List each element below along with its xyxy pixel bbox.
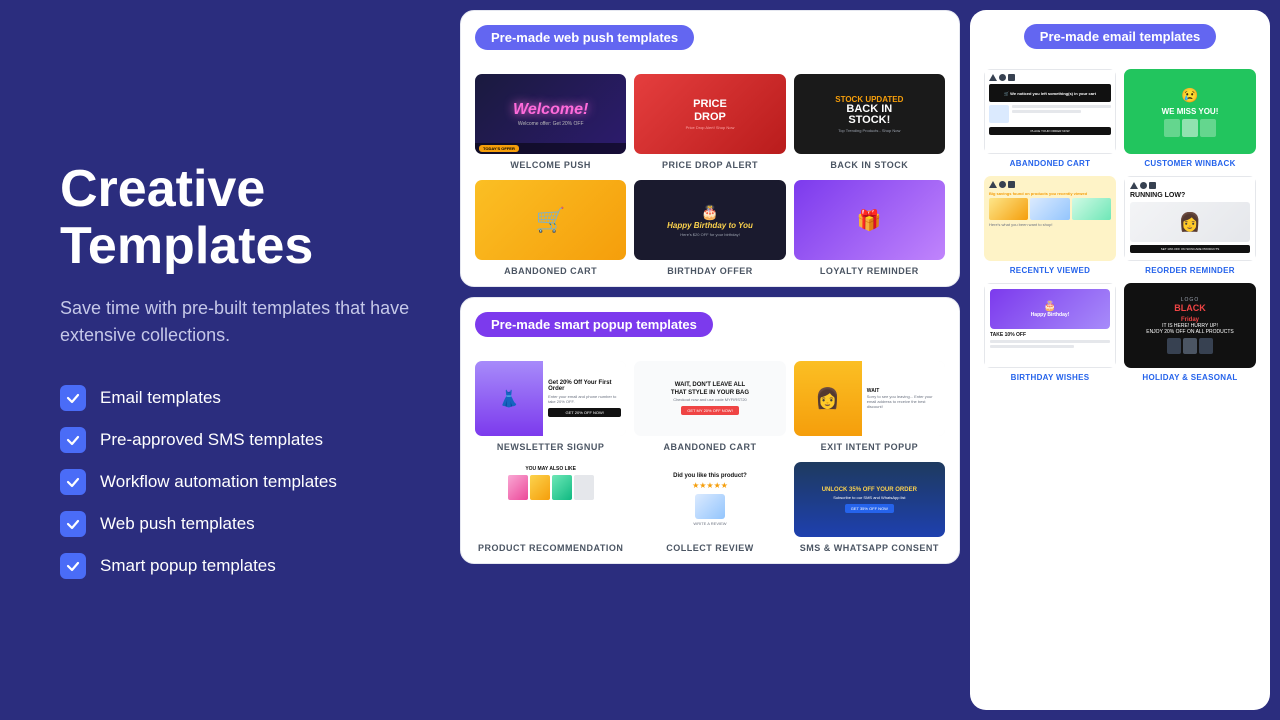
template-backinstock[interactable]: STOCK UPDATED BACK INSTOCK! Top Trending… [794, 74, 945, 170]
template-label-cart: ABANDONED CART [504, 266, 597, 276]
check-label-popup: Smart popup templates [100, 556, 276, 576]
email-label-recently-viewed: RECENTLY VIEWED [984, 266, 1116, 275]
email-card-recently-viewed[interactable]: Big savings found on products you recent… [984, 176, 1116, 275]
right-area: Pre-made web push templates Welcome! Wel… [460, 0, 1280, 720]
template-welcome-push[interactable]: Welcome! Welcome offer: Get 20% OFF TODA… [475, 74, 626, 170]
email-label-birthday: BIRTHDAY WISHES [984, 373, 1116, 382]
template-label-sms-consent: SMS & WHATSAPP CONSENT [800, 543, 939, 553]
check-icon-popup [60, 553, 86, 579]
email-card-reorder[interactable]: RUNNING LOW? 👩 SET 10% OFF ON SKINCARE P… [1124, 176, 1256, 275]
template-label-loyalty: LOYALTY REMINDER [820, 266, 919, 276]
email-card-abandoned[interactable]: 🛒 We noticed you left something(s) in yo… [984, 69, 1116, 168]
check-item-popup: Smart popup templates [60, 553, 410, 579]
check-icon-sms [60, 427, 86, 453]
center-panel: Pre-made web push templates Welcome! Wel… [460, 10, 960, 710]
webpush-header: Pre-made web push templates [475, 25, 694, 50]
template-pricedrop[interactable]: PRICEDROP Price Drop Alert! Shop Now PRI… [634, 74, 785, 170]
email-header: Pre-made email templates [1024, 24, 1216, 49]
template-label-newsletter: NEWSLETTER SIGNUP [497, 442, 605, 452]
template-cart[interactable]: 🛒 ABANDONED CART [475, 180, 626, 276]
template-sms-consent[interactable]: UNLOCK 35% OFF YOUR ORDER Subscribe to o… [794, 462, 945, 553]
email-label-winback: CUSTOMER WINBACK [1124, 159, 1256, 168]
check-label-email: Email templates [100, 388, 221, 408]
popup-section: Pre-made smart popup templates 👗 Get 20%… [460, 297, 960, 564]
email-label-abandoned: ABANDONED CART [984, 159, 1116, 168]
template-newsletter[interactable]: 👗 Get 20% Off Your First Order Enter you… [475, 361, 626, 452]
check-item-email: Email templates [60, 385, 410, 411]
template-label-rec: PRODUCT RECOMMENDATION [478, 543, 623, 553]
template-label-birthday: BIRTHDAY OFFER [667, 266, 753, 276]
check-item-sms: Pre-approved SMS templates [60, 427, 410, 453]
popup-header: Pre-made smart popup templates [475, 312, 713, 337]
check-item-workflow: Workflow automation templates [60, 469, 410, 495]
template-popup-abandoned[interactable]: WAIT, DON'T LEAVE ALLTHAT STYLE IN YOUR … [634, 361, 785, 452]
check-icon-push [60, 511, 86, 537]
email-label-reorder: REORDER REMINDER [1124, 266, 1256, 275]
main-subtitle: Save time with pre-built templates that … [60, 295, 410, 349]
check-label-workflow: Workflow automation templates [100, 472, 337, 492]
template-exit[interactable]: 👩 WAIT Sorry to see you leaving... Enter… [794, 361, 945, 452]
main-title: Creative Templates [60, 161, 410, 275]
check-label-push: Web push templates [100, 514, 255, 534]
template-label-exit: EXIT INTENT POPUP [821, 442, 919, 452]
checklist: Email templates Pre-approved SMS templat… [60, 385, 410, 579]
template-label-welcome: WELCOME PUSH [510, 160, 591, 170]
email-grid: 🛒 We noticed you left something(s) in yo… [984, 69, 1256, 382]
check-icon-email [60, 385, 86, 411]
template-label-backinstock: BACK IN STOCK [830, 160, 908, 170]
template-review[interactable]: Did you like this product? ★★★★★ WRITE A… [634, 462, 785, 553]
email-card-winback[interactable]: 😢 WE MISS YOU! CUSTOMER WINBACK [1124, 69, 1256, 168]
check-icon-workflow [60, 469, 86, 495]
email-card-birthday[interactable]: 🎂 Happy Birthday! TAKE 10% OFF BIRTHDAY … [984, 283, 1116, 382]
email-panel: Pre-made email templates 🛒 We noticed yo… [970, 10, 1270, 710]
email-card-holiday[interactable]: LOGO BLACKFriday IT IS HERE! HURRY UP!EN… [1124, 283, 1256, 382]
template-label-pricedrop: PRICE DROP ALERT [662, 160, 758, 170]
template-label-review: COLLECT REVIEW [666, 543, 754, 553]
webpush-section: Pre-made web push templates Welcome! Wel… [460, 10, 960, 287]
template-birthday[interactable]: 🎂 Happy Birthday to You Here's $20 OFF f… [634, 180, 785, 276]
template-label-popup-abandoned: ABANDONED CART [663, 442, 756, 452]
template-rec[interactable]: YOU MAY ALSO LIKE PRODUCT RECOMMENDATION [475, 462, 626, 553]
email-label-holiday: HOLIDAY & SEASONAL [1124, 373, 1256, 382]
check-label-sms: Pre-approved SMS templates [100, 430, 323, 450]
left-panel: Creative Templates Save time with pre-bu… [0, 0, 460, 720]
template-loyalty[interactable]: 🎁 LOYALTY REMINDER [794, 180, 945, 276]
check-item-push: Web push templates [60, 511, 410, 537]
